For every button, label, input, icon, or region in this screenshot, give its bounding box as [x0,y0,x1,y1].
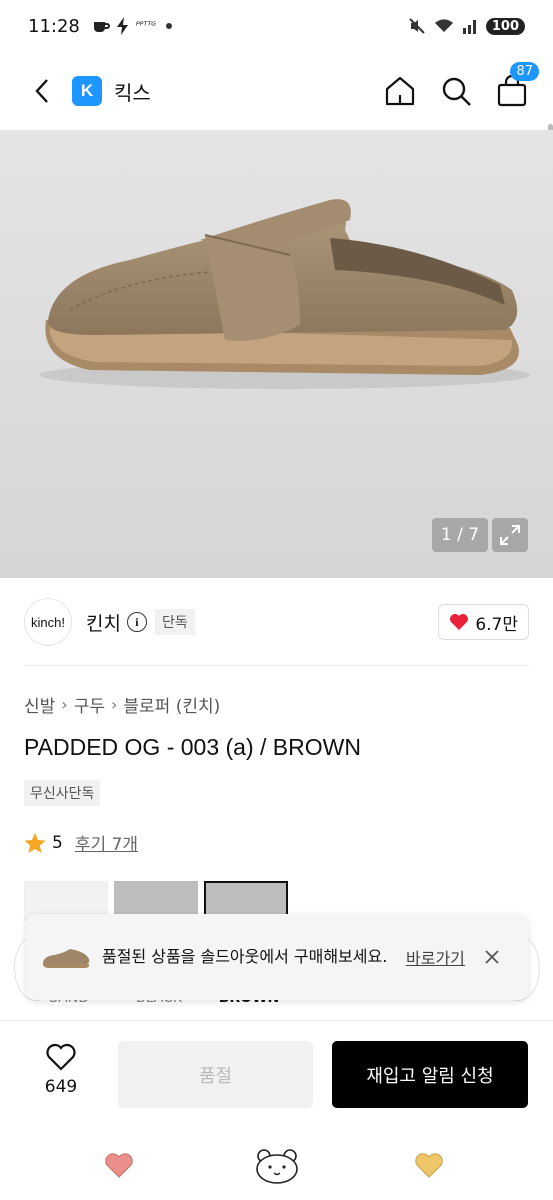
expand-icon [500,525,520,545]
exclusive-badge: 단독 [154,609,195,635]
store-logo[interactable]: K [72,76,102,106]
dot-icon [166,23,173,29]
product-title: PADDED OG - 003 (a) / BROWN [24,734,361,760]
signal-icon [462,20,476,34]
brand-row: kinch! 킨치 i 단독 6.7만 [24,597,529,647]
bottom-action-bar: 649 품절 재입고 알림 신청 [0,1020,553,1128]
home-icon [385,76,415,106]
search-button[interactable] [439,74,473,108]
heart-icon [105,1153,133,1178]
toast-close-button[interactable] [481,946,503,968]
toast-product-thumbnail [42,949,90,968]
coffee-icon [93,22,110,32]
heart-outline-icon [46,1043,76,1071]
chevron-right-icon: › [61,695,68,714]
product-tag: 무신사단독 [24,780,101,806]
expand-button[interactable] [492,518,528,552]
breadcrumb-item[interactable]: 구두 [74,692,105,717]
cart-count-badge: 87 [510,62,539,81]
star-icon [24,832,46,853]
gallery-pager: 1 / 7 [432,518,488,552]
close-icon [485,950,499,964]
app-header: K 킥스 87 [0,52,553,184]
system-nav-bar [0,1128,553,1200]
nav-bear-button[interactable] [254,1146,300,1186]
breadcrumb-item[interactable]: 블로퍼 (킨치) [123,692,220,717]
nav-heart-button[interactable] [99,1146,139,1186]
brand-name[interactable]: 킨치 [86,609,121,636]
search-icon [442,77,471,106]
status-notification-icons: ᴾᴾᵀᵀᴳ [92,17,173,35]
brand-logo[interactable]: kinch! [24,598,72,646]
divider [24,665,529,666]
brand-like-button[interactable]: 6.7만 [438,604,529,640]
rating-row: 5 후기 7개 [24,830,138,855]
bolt-icon [116,17,128,35]
heart-icon [450,614,469,630]
info-icon[interactable]: i [126,612,147,632]
notification-app-text: ᴾᴾᵀᵀᴳ [135,20,157,32]
heart-icon [415,1153,443,1178]
soldout-toast: 품절된 상품을 솔드아웃에서 구매해보세요. 바로가기 [26,914,528,1000]
product-image-gallery[interactable]: 1 / 7 [0,130,553,578]
status-system-icons: 100 [408,17,525,35]
back-button[interactable] [24,73,60,109]
brand-like-count: 6.7만 [475,614,518,635]
wifi-icon [434,19,453,32]
home-button[interactable] [383,74,417,108]
bear-icon [256,1149,298,1184]
chevron-right-icon: › [110,695,118,714]
rating-value: 5 [52,832,63,853]
soldout-button[interactable]: 품절 [118,1041,313,1108]
chevron-left-icon [35,79,48,103]
store-name[interactable]: 킥스 [114,77,151,106]
mute-icon [409,18,425,34]
breadcrumb-item[interactable]: 신발 [24,692,55,717]
review-link[interactable]: 후기 7개 [75,830,138,855]
nav-heart-yellow-button[interactable] [409,1146,449,1186]
product-image [40,199,530,389]
restock-alert-button[interactable]: 재입고 알림 신청 [332,1041,528,1108]
wishlist-button[interactable]: 649 [30,1043,92,1097]
status-bar: 11:28 ᴾᴾᵀᵀᴳ 100 [0,0,553,52]
breadcrumb: 신발 › 구두 › 블로퍼 (킨치) [24,692,220,717]
toast-link[interactable]: 바로가기 [406,945,465,969]
cart-button[interactable]: 87 [495,62,539,108]
header-actions: 87 [383,62,539,108]
battery-indicator: 100 [485,17,525,35]
status-time: 11:28 [28,15,80,37]
wishlist-count: 649 [44,1077,78,1097]
toast-message: 품절된 상품을 솔드아웃에서 구매해보세요. [102,947,388,966]
